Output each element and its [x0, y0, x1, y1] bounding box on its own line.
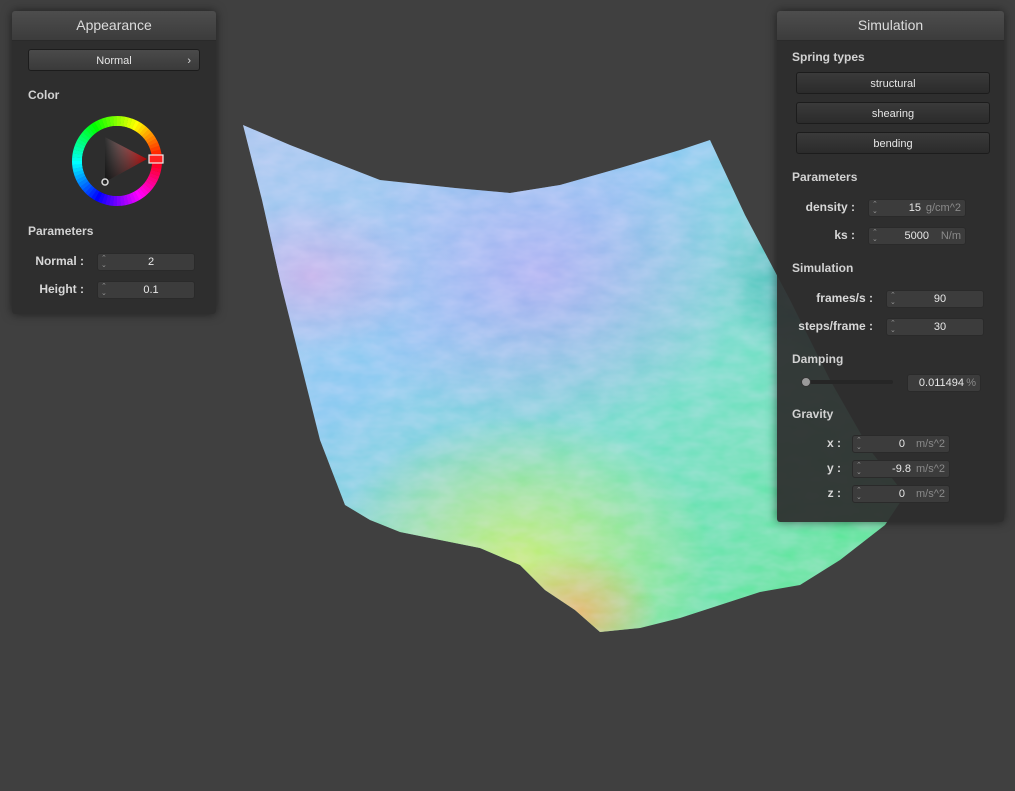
simulation-parameters-label: Parameters — [792, 170, 858, 184]
spinner-arrows-icon[interactable]: ⌃ ⌄ — [890, 292, 896, 306]
simulation-section-label: Simulation — [792, 261, 854, 275]
gravity-x-label: x : — [826, 436, 841, 450]
ks-input[interactable]: ⌃ ⌄ 5000 N/m — [868, 227, 966, 245]
hue-handle[interactable] — [148, 154, 164, 164]
gravity-z-label: z : — [827, 486, 841, 500]
density-input[interactable]: ⌃ ⌄ 15 g/cm^2 — [868, 199, 966, 217]
appearance-panel: Appearance Normal › Color Parameters Nor… — [12, 11, 216, 314]
spinner-arrows-icon[interactable]: ⌃ ⌄ — [856, 437, 862, 451]
damping-input[interactable]: 0.011494 % — [907, 374, 981, 392]
steps-per-frame-label: steps/frame : — [798, 319, 873, 333]
fps-input[interactable]: ⌃ ⌄ 90 — [886, 290, 984, 308]
color-label: Color — [28, 88, 60, 102]
simulation-panel: Simulation Spring types structural shear… — [777, 11, 1004, 522]
spring-types-label: Spring types — [792, 50, 865, 64]
color-wheel-picker[interactable] — [70, 114, 164, 208]
spinner-arrows-icon[interactable]: ⌃ ⌄ — [856, 462, 862, 476]
height-input[interactable]: ⌃ ⌄ 0.1 — [97, 281, 195, 299]
gravity-z-input[interactable]: ⌃ ⌄ 0 m/s^2 — [852, 485, 950, 503]
gravity-label: Gravity — [792, 407, 834, 421]
gravity-x-input[interactable]: ⌃ ⌄ 0 m/s^2 — [852, 435, 950, 453]
damping-label: Damping — [792, 352, 844, 366]
appearance-parameters-label: Parameters — [28, 224, 94, 238]
spinner-arrows-icon[interactable]: ⌃ ⌄ — [101, 283, 107, 297]
shearing-button[interactable]: shearing — [796, 102, 990, 124]
shader-select-button[interactable]: Normal › — [28, 49, 200, 71]
shader-select-label: Normal — [96, 55, 132, 67]
normal-input[interactable]: ⌃ ⌄ 2 — [97, 253, 195, 271]
structural-button[interactable]: structural — [796, 72, 990, 94]
damping-slider-handle[interactable] — [800, 377, 811, 387]
damping-slider[interactable] — [805, 380, 893, 384]
appearance-title: Appearance — [12, 11, 216, 41]
bending-button[interactable]: bending — [796, 132, 990, 154]
spinner-arrows-icon[interactable]: ⌃ ⌄ — [856, 487, 862, 501]
spinner-arrows-icon[interactable]: ⌃ ⌄ — [890, 320, 896, 334]
normal-label: Normal : — [35, 254, 84, 268]
spinner-arrows-icon[interactable]: ⌃ ⌄ — [872, 201, 878, 215]
spinner-arrows-icon[interactable]: ⌃ ⌄ — [872, 229, 878, 243]
gravity-y-input[interactable]: ⌃ ⌄ -9.8 m/s^2 — [852, 460, 950, 478]
simulation-title: Simulation — [777, 11, 1004, 41]
gravity-y-label: y : — [826, 461, 841, 475]
density-label: density : — [805, 200, 855, 214]
steps-per-frame-input[interactable]: ⌃ ⌄ 30 — [886, 318, 984, 336]
chevron-right-icon: › — [187, 55, 191, 67]
spinner-arrows-icon[interactable]: ⌃ ⌄ — [101, 255, 107, 269]
height-label: Height : — [39, 282, 84, 296]
fps-label: frames/s : — [816, 291, 873, 305]
ks-label: ks : — [834, 228, 855, 242]
